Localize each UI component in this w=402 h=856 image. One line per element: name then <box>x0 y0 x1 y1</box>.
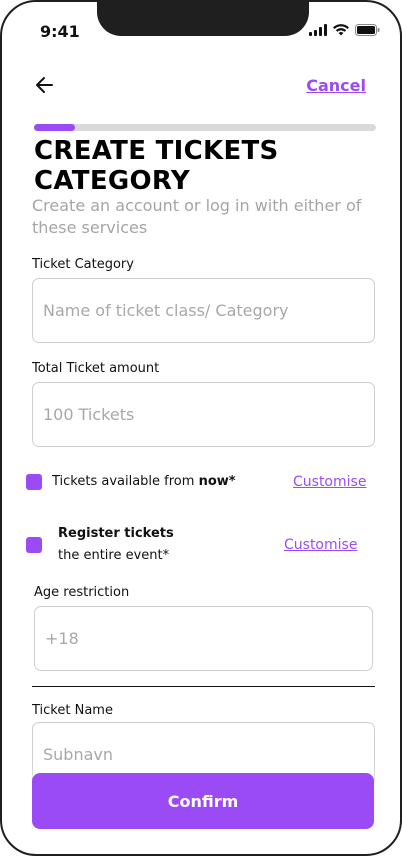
page-subtitle: Create an account or log in with either … <box>32 196 362 237</box>
availability-text-prefix: Tickets available from <box>52 474 199 489</box>
page-title: CREATE TICKETS CATEGORY <box>34 136 279 196</box>
back-button[interactable] <box>32 72 58 98</box>
confirm-button[interactable]: Confirm <box>32 773 374 829</box>
total-ticket-amount-input[interactable] <box>33 383 374 446</box>
register-text-line2: the entire event* <box>58 548 170 563</box>
battery-icon <box>355 24 380 36</box>
register-checkbox[interactable] <box>26 537 42 553</box>
status-icons <box>309 24 380 36</box>
progress-bar <box>34 124 376 131</box>
ticket-category-input[interactable] <box>33 279 374 342</box>
age-restriction-input[interactable] <box>35 607 372 670</box>
total-ticket-amount-field <box>32 382 375 447</box>
progress-fill <box>34 124 76 131</box>
cancel-button[interactable]: Cancel <box>306 76 366 95</box>
availability-checkbox[interactable] <box>26 474 42 490</box>
availability-text-bold: now* <box>198 474 236 489</box>
phone-frame: 9:41 Cancel CREATE TICKETS CATEGORY Crea… <box>0 0 402 856</box>
register-text-line1: Register tickets <box>58 526 174 541</box>
age-restriction-field <box>34 606 373 671</box>
total-ticket-amount-label: Total Ticket amount <box>32 361 160 376</box>
availability-customise-link[interactable]: Customise <box>293 474 366 490</box>
register-customise-link[interactable]: Customise <box>284 537 357 553</box>
ticket-name-label: Ticket Name <box>32 703 113 718</box>
arrow-left-icon <box>36 77 53 93</box>
section-divider <box>32 686 375 687</box>
ticket-category-field <box>32 278 375 343</box>
status-time: 9:41 <box>40 22 80 41</box>
wifi-icon <box>333 24 349 36</box>
age-restriction-label: Age restriction <box>34 585 130 600</box>
signal-icon <box>309 24 327 36</box>
availability-text: Tickets available from now* <box>52 474 236 489</box>
device-notch <box>97 2 309 36</box>
ticket-category-label: Ticket Category <box>32 257 134 272</box>
